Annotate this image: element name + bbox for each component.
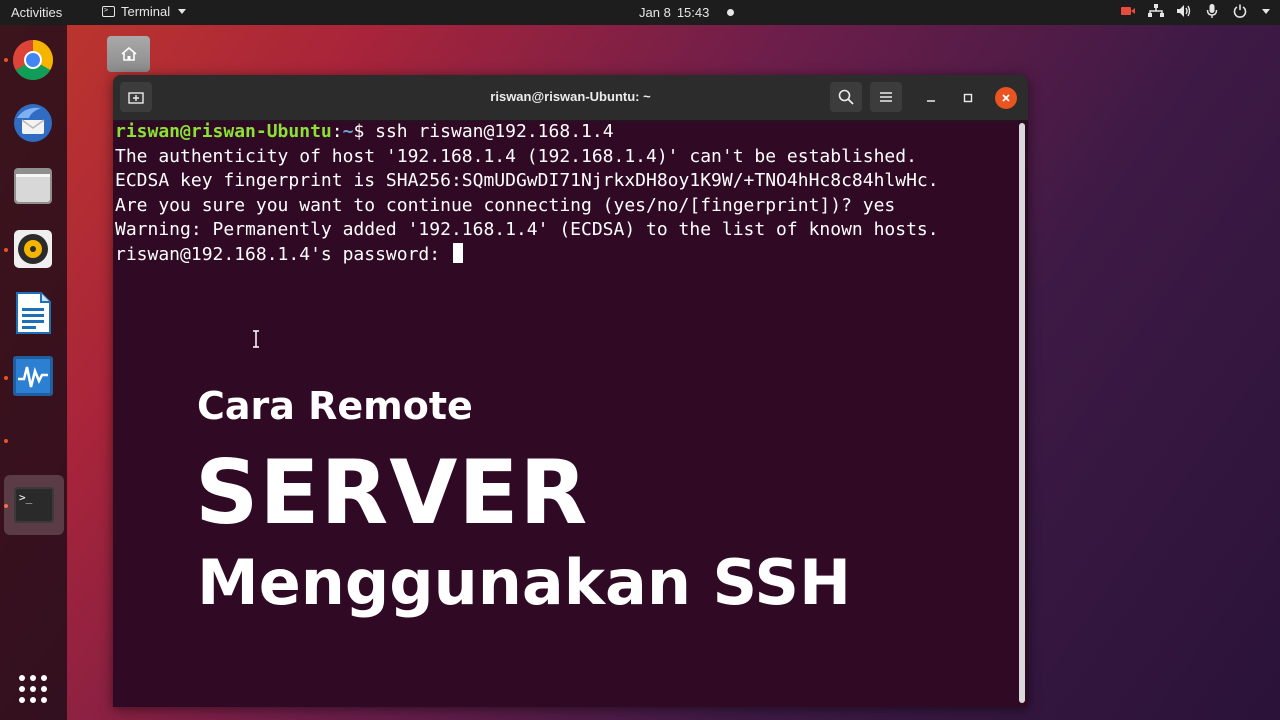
prompt-user: riswan@riswan-Ubuntu xyxy=(115,121,332,142)
output-line: The authenticity of host '192.168.1.4 (1… xyxy=(115,145,917,167)
ibeam-cursor-icon xyxy=(253,330,259,348)
running-indicator xyxy=(4,439,8,443)
scrollbar[interactable] xyxy=(1019,123,1025,703)
minimize-button[interactable] xyxy=(920,87,942,109)
screen-record-icon[interactable] xyxy=(1120,3,1136,19)
command-text: ssh riswan@192.168.1.4 xyxy=(375,121,614,142)
overlay-caption: Menggunakan SSH xyxy=(197,546,851,619)
dock: >_ xyxy=(0,25,67,720)
output-line: ECDSA key fingerprint is SHA256:SQmUDGwD… xyxy=(115,170,939,191)
password-prompt: riswan@192.168.1.4's password: xyxy=(115,243,451,265)
close-icon xyxy=(1002,94,1010,102)
svg-text:>_: >_ xyxy=(19,491,33,504)
chevron-down-icon xyxy=(178,9,187,14)
prompt-path: ~ xyxy=(342,121,354,142)
clock[interactable]: Jan 8 15:43 xyxy=(639,5,735,20)
menu-button[interactable] xyxy=(870,82,902,112)
running-indicator xyxy=(4,58,8,62)
search-icon xyxy=(838,89,854,105)
network-icon[interactable] xyxy=(1148,3,1164,19)
command-line: riswan@riswan-Ubuntu:~$ ssh riswan@192.1… xyxy=(115,121,614,142)
dock-thunderbird[interactable] xyxy=(10,100,56,146)
overlay-subtitle: Cara Remote xyxy=(197,384,473,428)
clock-time: 15:43 xyxy=(676,5,710,20)
maximize-button[interactable] xyxy=(957,87,979,109)
output-line: Warning: Permanently added '192.168.1.4'… xyxy=(115,219,939,240)
hamburger-menu-icon xyxy=(880,92,892,102)
app-menu-label: Terminal xyxy=(121,4,171,19)
volume-icon[interactable] xyxy=(1176,3,1192,19)
password-prompt-line[interactable]: riswan@192.168.1.4's password: xyxy=(115,242,1028,268)
system-tray[interactable] xyxy=(1120,3,1270,19)
dock-rhythmbox[interactable] xyxy=(10,226,56,272)
dock-chrome[interactable] xyxy=(10,37,56,83)
power-icon[interactable] xyxy=(1232,3,1248,19)
home-icon xyxy=(120,47,137,61)
rhythmbox-icon xyxy=(14,230,52,268)
top-bar: Activities > Terminal Jan 8 15:43 xyxy=(0,0,1280,25)
dock-files[interactable] xyxy=(10,163,56,209)
close-button[interactable] xyxy=(995,87,1017,109)
window-headerbar[interactable]: riswan@riswan-Ubuntu: ~ xyxy=(113,75,1028,121)
writer-icon xyxy=(16,292,51,334)
text-cursor xyxy=(452,242,463,263)
chrome-icon xyxy=(13,40,53,80)
dock-system-monitor[interactable] xyxy=(10,353,56,399)
search-button[interactable] xyxy=(830,82,862,112)
desktop-home-folder[interactable] xyxy=(107,36,150,72)
terminal-icon: >_ xyxy=(14,487,54,523)
dock-terminal[interactable]: >_ xyxy=(4,475,64,535)
system-monitor-icon xyxy=(13,356,53,396)
overlay-title: SERVER xyxy=(195,441,589,544)
chevron-down-icon[interactable] xyxy=(1262,8,1270,14)
output-line: Are you sure you want to continue connec… xyxy=(115,194,896,216)
show-applications-button[interactable] xyxy=(10,666,56,712)
clock-date: Jan 8 xyxy=(639,5,671,20)
minimize-icon xyxy=(927,100,935,102)
running-indicator xyxy=(4,376,8,380)
activities-button[interactable]: Activities xyxy=(11,5,62,20)
app-grid-icon xyxy=(19,675,47,703)
microphone-icon[interactable] xyxy=(1204,3,1220,19)
notification-dot-icon xyxy=(727,9,735,16)
terminal-icon: > xyxy=(102,6,115,17)
prompt-symbol: $ xyxy=(353,121,376,142)
dock-libreoffice-writer[interactable] xyxy=(10,290,56,336)
app-menu[interactable]: > Terminal xyxy=(102,4,187,19)
running-indicator xyxy=(4,248,8,252)
files-icon xyxy=(14,168,52,204)
thunderbird-icon xyxy=(14,104,52,142)
maximize-icon xyxy=(963,93,973,103)
